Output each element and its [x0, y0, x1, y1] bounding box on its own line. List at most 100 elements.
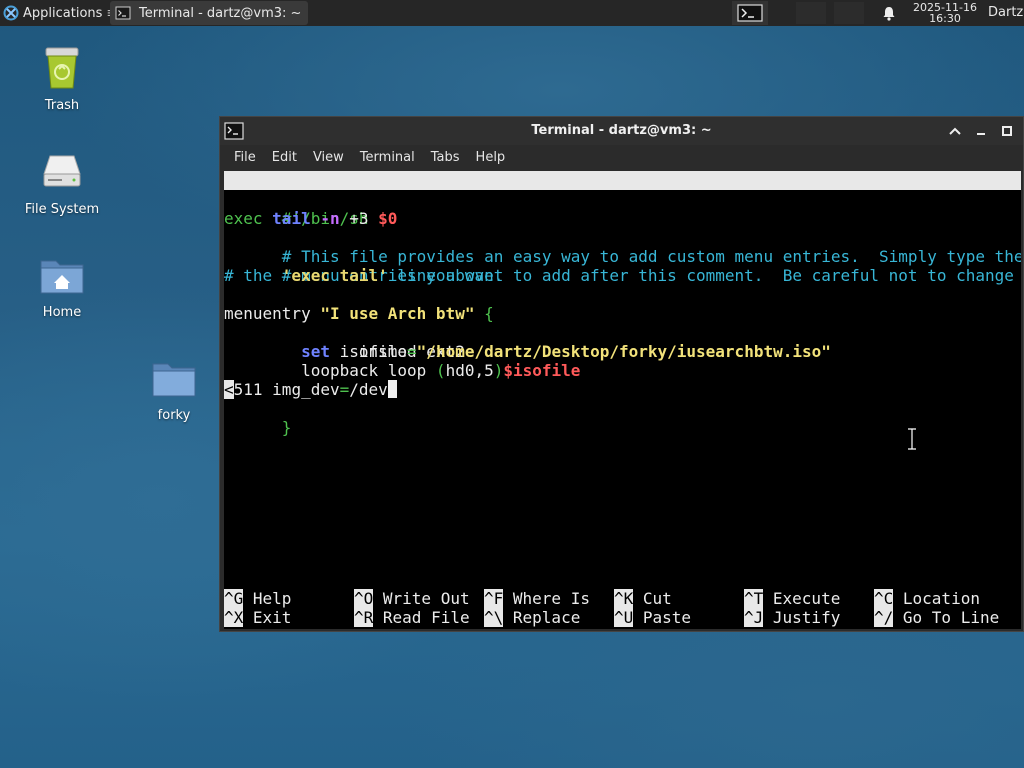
shortcut-label: Justify	[763, 608, 841, 627]
editor-line: # the 'exec tail' line above.	[224, 266, 503, 285]
folder-icon	[152, 363, 196, 397]
shortcut-location[interactable]: ^C Location	[874, 589, 980, 608]
code-text: +3	[339, 209, 379, 228]
window-minimize-button[interactable]	[971, 121, 991, 141]
menu-edit[interactable]: Edit	[264, 147, 305, 169]
applications-menu-button[interactable]: Applications ≡	[0, 0, 117, 26]
desktop-icon-forky[interactable]: forky	[124, 354, 224, 423]
shortcut-execute[interactable]: ^T Execute	[744, 589, 840, 608]
desktop-icon-trash[interactable]: Trash	[12, 44, 112, 113]
shortcut-key: ^G	[224, 589, 244, 608]
clock-time: 16:30	[929, 12, 961, 25]
line-overflow-marker: <	[224, 380, 234, 399]
window-maximize-button[interactable]	[997, 121, 1017, 141]
shortcut-label: Go To Line	[893, 608, 1000, 627]
minimize-icon	[977, 133, 985, 135]
desktop-icon-label: File System	[24, 202, 100, 217]
window-menubar: File Edit View Terminal Tabs Help	[220, 145, 1023, 171]
user-menu[interactable]: Dartz	[988, 0, 1024, 26]
shortcut-label: Exit	[243, 608, 292, 627]
shortcut-key: ^T	[744, 589, 764, 608]
code-text: -n	[320, 209, 340, 228]
shortcut-label: Read File	[373, 608, 470, 627]
xfce-logo-icon	[3, 5, 19, 21]
code-comment: 'exec tail'	[281, 266, 388, 285]
shortcut-help[interactable]: ^G Help	[224, 589, 291, 608]
editor-line: menuentry "I use Arch btw" {	[224, 304, 494, 323]
code-text: )	[493, 361, 504, 380]
terminal-icon	[737, 4, 763, 22]
shortcut-justify[interactable]: ^J Justify	[744, 608, 840, 627]
taskbar-terminal-title: Terminal - dartz@vm3: ~	[139, 5, 302, 21]
code-comment: # the	[224, 266, 282, 285]
shortcut-label: Write Out	[373, 589, 470, 608]
menu-file[interactable]: File	[226, 147, 264, 169]
terminal-icon	[115, 6, 131, 20]
desktop-icon-label: Home	[42, 305, 82, 320]
editor-line: # menu entries you want to add after thi…	[224, 247, 1014, 285]
menu-help[interactable]: Help	[468, 147, 514, 169]
text-cursor	[387, 380, 397, 398]
code-text: isofile	[329, 342, 408, 361]
tray-terminal-launcher[interactable]	[732, 1, 768, 25]
shortcut-label: Execute	[763, 589, 841, 608]
shortcut-label: Cut	[633, 589, 672, 608]
editor-line: }	[224, 399, 292, 437]
code-text: =	[339, 380, 350, 399]
shortcut-write-out[interactable]: ^O Write Out	[354, 589, 470, 608]
terminal-screen[interactable]: GNU nano 8.4 /etc/grub.d/40_custom * #!/…	[224, 171, 1021, 629]
shortcut-paste[interactable]: ^U Paste	[614, 608, 691, 627]
editor-line: # This file provides an easy way to add …	[224, 228, 1021, 266]
taskbar-terminal-button[interactable]: Terminal - dartz@vm3: ~	[110, 1, 308, 25]
code-text: $0	[378, 209, 398, 228]
desktop-icon-label: forky	[157, 408, 191, 423]
shortcut-key: ^O	[354, 589, 374, 608]
menu-terminal[interactable]: Terminal	[352, 147, 423, 169]
editor-line-current: <511 img_dev=/dev	[224, 380, 397, 399]
shortcut-read-file[interactable]: ^R Read File	[354, 608, 470, 627]
editor-line: insmod ext2	[224, 323, 465, 361]
notifications-button[interactable]	[878, 3, 900, 23]
shortcut-where-is[interactable]: ^F Where Is	[484, 589, 590, 608]
editor-line: exec tail -n +3 $0	[224, 209, 397, 228]
desktop-icon-label: Trash	[44, 98, 80, 113]
top-panel: Applications ≡ Terminal - dartz@vm3: ~ 2…	[0, 0, 1024, 26]
code-text: menuentry	[224, 304, 321, 323]
shortcut-label: Replace	[503, 608, 581, 627]
shortcut-replace[interactable]: ^\ Replace	[484, 608, 580, 627]
shortcut-label: Help	[243, 589, 292, 608]
shortcut-key: ^C	[874, 589, 894, 608]
code-text: (	[435, 361, 446, 380]
code-string: "I use Arch btw"	[320, 304, 475, 323]
menu-view[interactable]: View	[305, 147, 352, 169]
panel-empty-slot	[834, 2, 864, 24]
desktop-icon-home[interactable]: Home	[12, 251, 112, 320]
chevron-up-icon	[949, 127, 961, 135]
clock[interactable]: 2025-11-16 16:30	[905, 0, 985, 26]
nano-filename: /etc/grub.d/40_custom *	[544, 209, 766, 228]
window-shade-button[interactable]	[945, 121, 965, 141]
shortcut-key: ^F	[484, 589, 504, 608]
shortcut-exit[interactable]: ^X Exit	[224, 608, 291, 627]
code-keyword: set	[301, 342, 330, 361]
shortcut-go-to-line[interactable]: ^/ Go To Line	[874, 608, 999, 627]
code-text: =	[407, 342, 417, 361]
shortcut-cut[interactable]: ^K Cut	[614, 589, 672, 608]
home-folder-icon	[40, 260, 84, 294]
shortcut-label: Where Is	[503, 589, 590, 608]
menu-tabs[interactable]: Tabs	[423, 147, 468, 169]
shortcut-key: ^U	[614, 608, 634, 627]
window-titlebar[interactable]: Terminal - dartz@vm3: ~	[220, 117, 1023, 145]
maximize-icon	[1002, 126, 1012, 136]
desktop-icon-file-system[interactable]: File System	[12, 148, 112, 217]
terminal-window: Terminal - dartz@vm3: ~ File Edit View T…	[219, 116, 1024, 632]
shortcut-key: ^R	[354, 608, 374, 627]
shortcut-key: ^J	[744, 608, 764, 627]
editor-line: loopback loop (hd0,5)$isofile	[224, 361, 580, 380]
window-title: Terminal - dartz@vm3: ~	[531, 123, 712, 138]
mouse-ibeam-cursor-icon	[908, 428, 916, 450]
trash-icon	[45, 47, 79, 89]
shortcut-key: ^\	[484, 608, 504, 627]
